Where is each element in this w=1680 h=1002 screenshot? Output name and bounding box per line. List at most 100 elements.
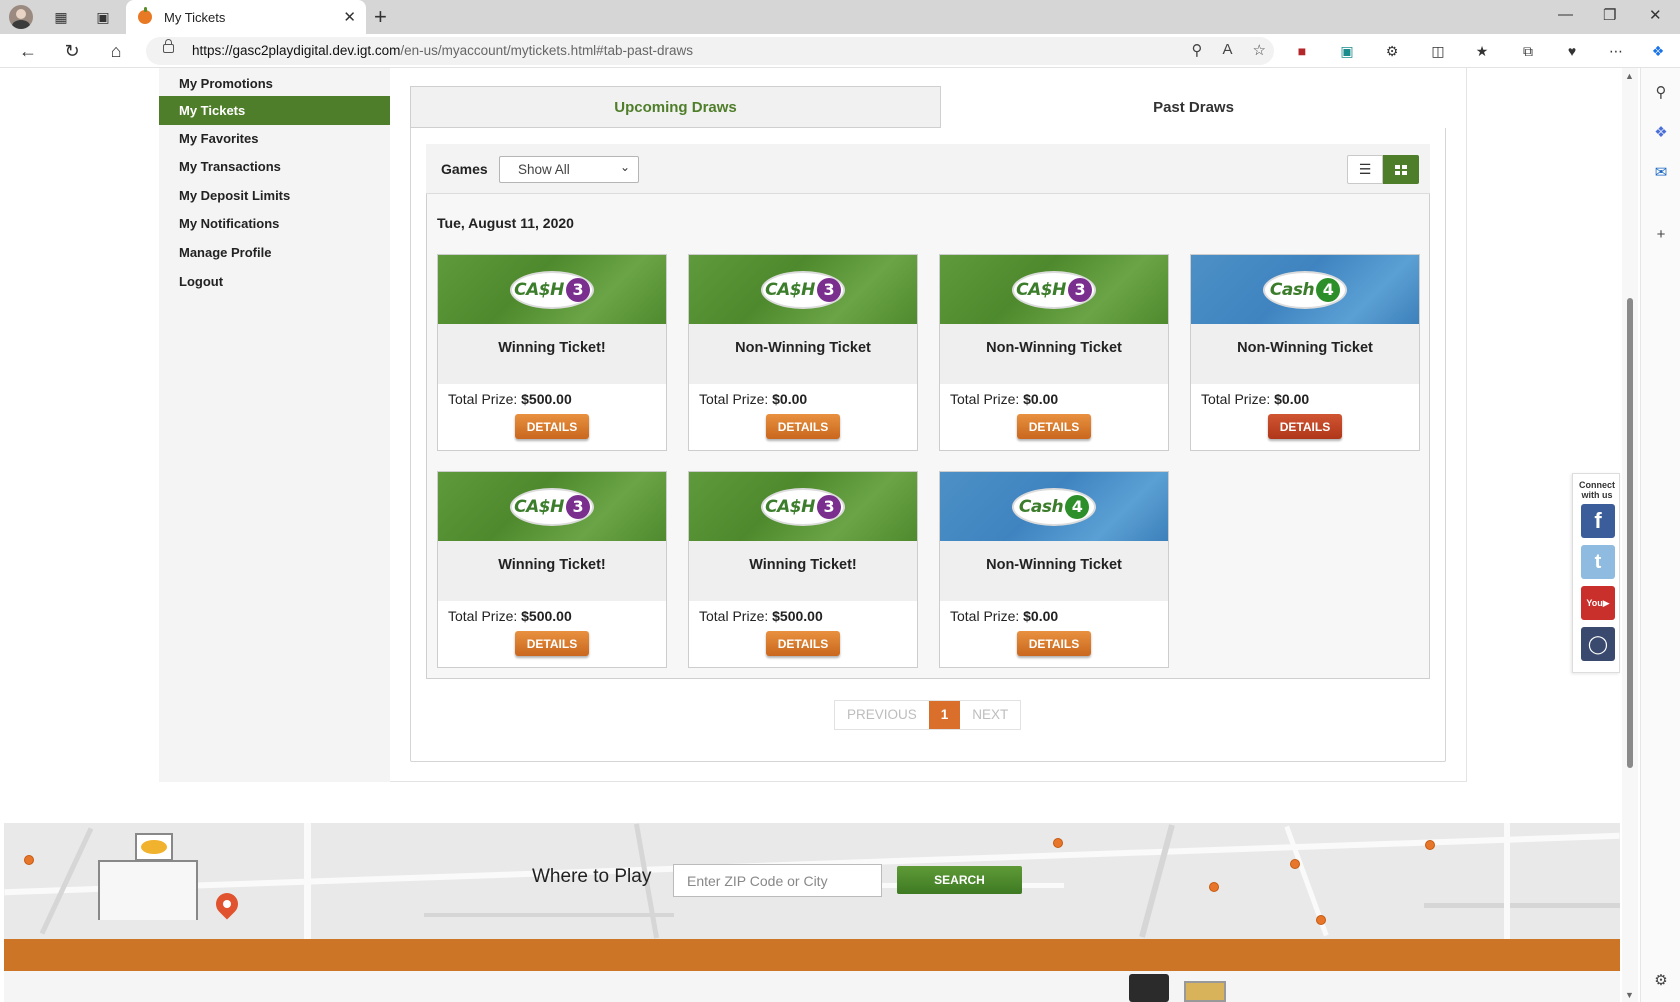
extension-red-icon[interactable]: ■ <box>1292 41 1312 61</box>
edge-sidebar: ⚲ ❖ ✉ + ⚙ <box>1640 68 1680 1002</box>
extensions-icon[interactable]: ⚙ <box>1382 41 1402 61</box>
details-button[interactable]: DETAILS <box>1017 414 1091 439</box>
menu-item-my-promotions[interactable]: My Promotions <box>159 69 390 98</box>
site-favicon-icon <box>138 7 152 24</box>
browser-tab-bar: ▦ ▣ My Tickets ✕ + — ❐ ✕ <box>0 0 1680 34</box>
ticket-image-icon <box>1184 981 1226 1002</box>
games-filter-value: Show All <box>518 162 570 177</box>
key-icon[interactable]: ⚲ <box>1192 41 1203 59</box>
scroll-up-icon[interactable]: ▲ <box>1625 71 1634 81</box>
map-marker-icon <box>1425 840 1435 850</box>
map-marker-icon <box>24 855 34 865</box>
refresh-icon[interactable]: ↻ <box>60 39 84 63</box>
footer-orange-band <box>4 939 1620 971</box>
sidebar-add-icon[interactable]: + <box>1651 224 1671 244</box>
menu-item-my-notifications[interactable]: My Notifications <box>159 209 390 238</box>
ticket-card: Cash 4 Non-Winning Ticket Total Prize: $0… <box>939 471 1169 668</box>
account-menu: My Promotions My Tickets My Favorites My… <box>159 68 390 782</box>
collections-icon[interactable]: ⧉ <box>1518 41 1538 61</box>
cash3-logo: CA$H 3 <box>761 271 845 309</box>
ticket-card: CA$H 3 Non-Winning Ticket Total Prize: $0… <box>939 254 1169 451</box>
browser-tab-active[interactable]: My Tickets ✕ <box>126 0 366 34</box>
tab-past-draws[interactable]: Past Draws <box>941 86 1446 128</box>
youtube-icon[interactable]: You▶ <box>1581 586 1615 620</box>
ticket-status: Non-Winning Ticket <box>1237 340 1373 356</box>
ticket-prize: Total Prize: $0.00 <box>699 391 808 407</box>
menu-item-my-transactions[interactable]: My Transactions <box>159 152 390 181</box>
zip-code-input[interactable]: Enter ZIP Code or City <box>673 864 882 897</box>
scrollbar-thumb[interactable] <box>1627 298 1633 768</box>
pagination: PREVIOUS 1 NEXT <box>834 700 1022 730</box>
list-icon: ☰ <box>1358 161 1372 177</box>
scroll-down-icon[interactable]: ▼ <box>1625 990 1634 1000</box>
menu-item-my-tickets[interactable]: My Tickets <box>159 96 390 125</box>
lottery-store-sign-icon <box>135 833 173 861</box>
ticket-status: Non-Winning Ticket <box>986 340 1122 356</box>
grid-view-button[interactable] <box>1383 155 1419 184</box>
new-tab-icon[interactable]: + <box>374 4 387 30</box>
favorites-icon[interactable]: ★ <box>1472 41 1492 61</box>
details-button[interactable]: DETAILS <box>1017 631 1091 656</box>
page-scrollbar[interactable]: ▲ ▼ <box>1622 68 1638 1002</box>
ticket-prize: Total Prize: $500.00 <box>699 608 823 624</box>
twitter-icon[interactable]: t <box>1581 545 1615 579</box>
tab-actions-icon[interactable]: ▣ <box>92 6 114 28</box>
ticket-status: Winning Ticket! <box>498 340 606 356</box>
read-aloud-icon[interactable]: A <box>1223 41 1233 59</box>
social-widget: Connect with us f t You▶ ◯ <box>1572 473 1620 673</box>
close-tab-icon[interactable]: ✕ <box>343 8 356 26</box>
more-menu-icon[interactable]: ⋯ <box>1606 41 1626 61</box>
sidebar-settings-icon[interactable]: ⚙ <box>1651 970 1671 990</box>
social-label: Connect with us <box>1579 480 1615 500</box>
sidebar-copilot-icon[interactable]: ❖ <box>1651 122 1671 142</box>
footer-strip <box>4 971 1620 1002</box>
restore-icon[interactable]: ❐ <box>1603 6 1616 24</box>
map-marker-icon <box>1316 915 1326 925</box>
tab-upcoming-draws[interactable]: Upcoming Draws <box>410 86 941 128</box>
split-screen-icon[interactable]: ◫ <box>1428 41 1448 61</box>
extension-teal-icon[interactable]: ▣ <box>1337 41 1357 61</box>
details-button[interactable]: DETAILS <box>515 631 589 656</box>
sidebar-search-icon[interactable]: ⚲ <box>1651 82 1671 102</box>
grid-icon <box>1395 164 1407 175</box>
home-icon[interactable]: ⌂ <box>104 39 128 63</box>
map-marker-icon <box>1290 859 1300 869</box>
menu-item-my-favorites[interactable]: My Favorites <box>159 124 390 153</box>
list-view-button[interactable]: ☰ <box>1347 155 1383 184</box>
details-button[interactable]: DETAILS <box>1268 414 1342 439</box>
search-button[interactable]: SEARCH <box>897 866 1022 894</box>
menu-item-logout[interactable]: Logout <box>159 267 390 296</box>
ticket-prize: Total Prize: $0.00 <box>950 608 1059 624</box>
menu-item-manage-profile[interactable]: Manage Profile <box>159 238 390 267</box>
facebook-icon[interactable]: f <box>1581 504 1615 538</box>
menu-item-my-deposit-limits[interactable]: My Deposit Limits <box>159 181 390 210</box>
performance-icon[interactable]: ♥ <box>1562 41 1582 61</box>
map-marker-icon <box>1209 882 1219 892</box>
url-text[interactable]: https://gasc2playdigital.dev.igt.com/en-… <box>192 43 693 58</box>
chevron-down-icon: ⌄ <box>619 160 630 174</box>
address-bar[interactable]: https://gasc2playdigital.dev.igt.com/en-… <box>146 37 1274 65</box>
details-button[interactable]: DETAILS <box>766 414 840 439</box>
workspaces-icon[interactable]: ▦ <box>50 6 72 28</box>
pagination-page-1[interactable]: 1 <box>928 701 961 729</box>
close-window-icon[interactable]: ✕ <box>1649 6 1662 24</box>
ticket-prize: Total Prize: $500.00 <box>448 608 572 624</box>
lock-icon[interactable] <box>163 39 174 53</box>
back-icon[interactable]: ← <box>16 39 40 63</box>
copilot-icon[interactable]: ❖ <box>1648 41 1668 61</box>
lottery-store-icon <box>98 860 198 920</box>
profile-avatar[interactable] <box>9 5 33 29</box>
pagination-next[interactable]: NEXT <box>960 701 1020 729</box>
ticket-card: CA$H 3 Winning Ticket! Total Prize: $500.… <box>688 471 918 668</box>
ticket-card: CA$H 3 Winning Ticket! Total Prize: $500.… <box>437 471 667 668</box>
instagram-icon[interactable]: ◯ <box>1581 627 1615 661</box>
where-to-play-title: Where to Play <box>532 866 652 887</box>
draw-date-heading: Tue, August 11, 2020 <box>437 215 574 231</box>
details-button[interactable]: DETAILS <box>515 414 589 439</box>
favorite-star-icon[interactable]: ☆ <box>1253 41 1266 59</box>
games-filter-select[interactable]: Show All ⌄ <box>499 156 639 183</box>
minimize-icon[interactable]: — <box>1558 6 1573 23</box>
details-button[interactable]: DETAILS <box>766 631 840 656</box>
pagination-previous[interactable]: PREVIOUS <box>835 701 929 729</box>
sidebar-outlook-icon[interactable]: ✉ <box>1651 162 1671 182</box>
